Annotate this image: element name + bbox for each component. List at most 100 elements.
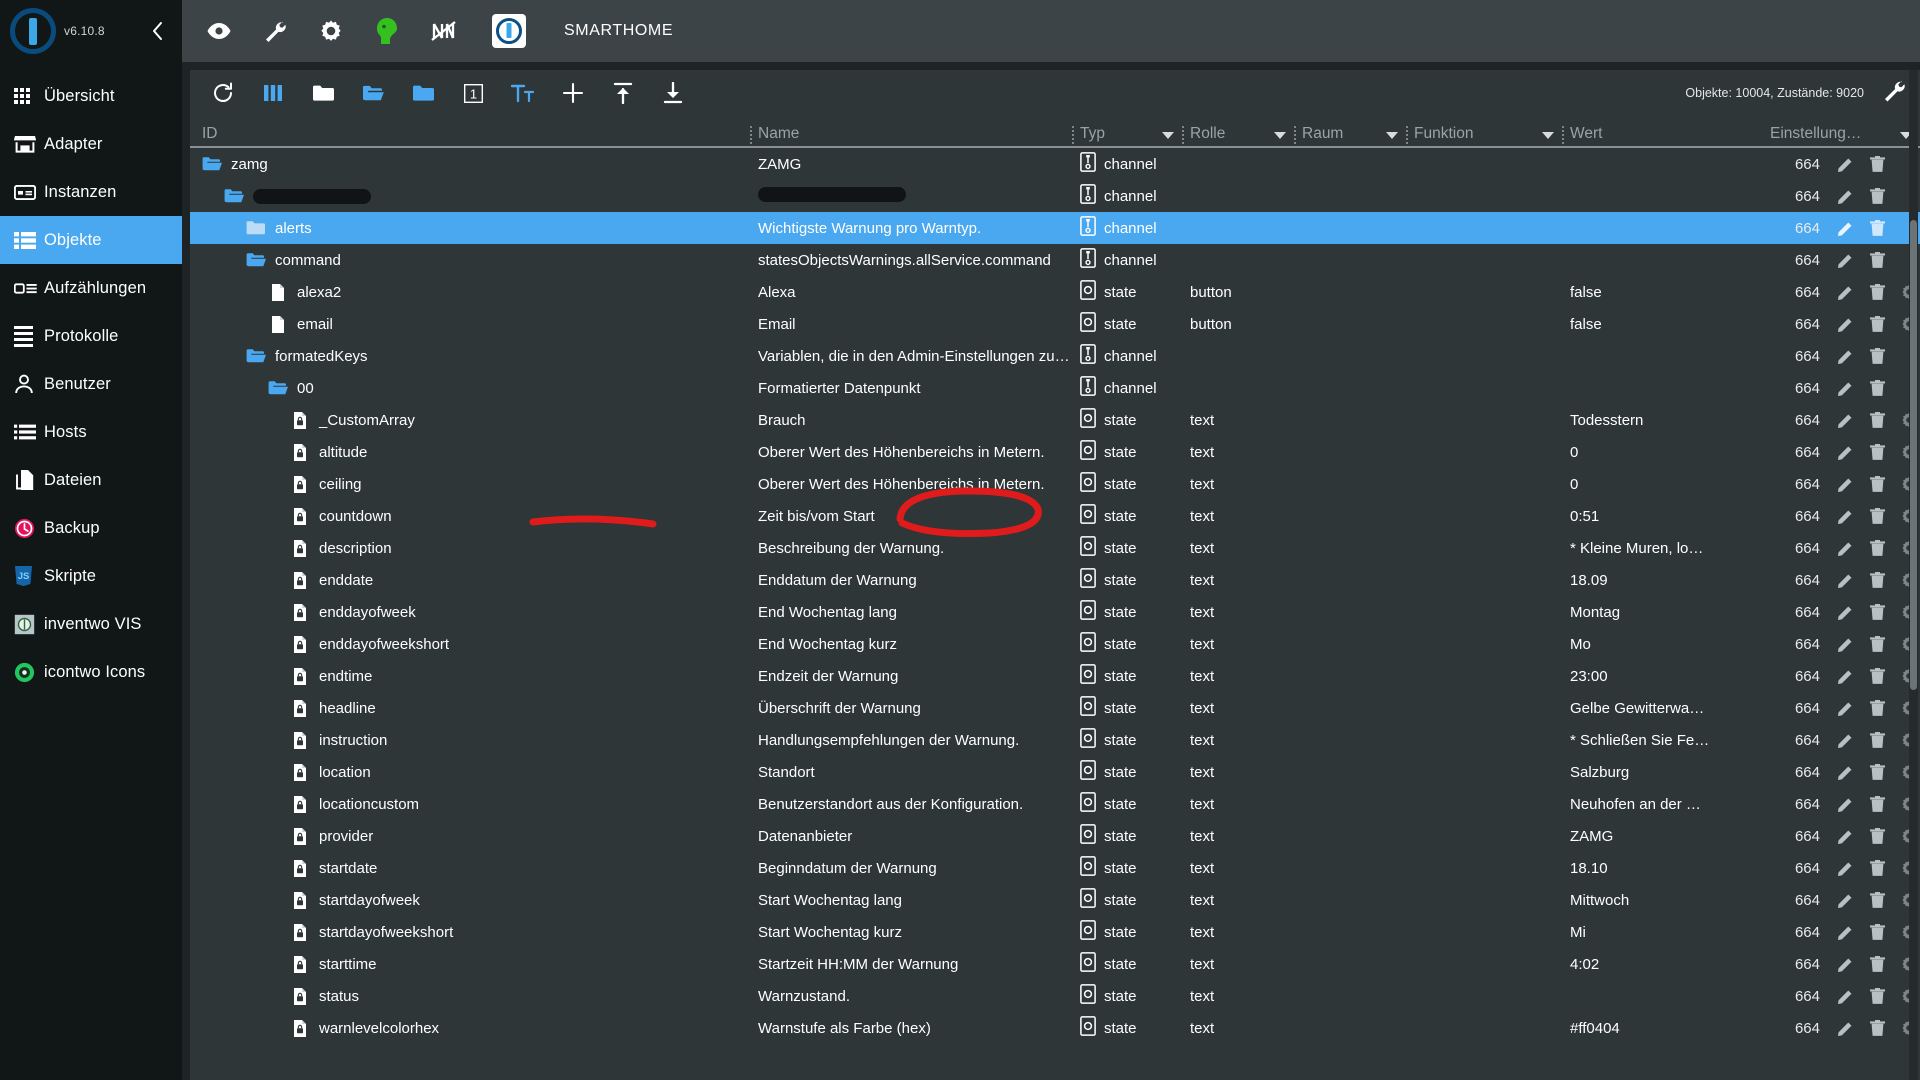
sidebar-item-dateien[interactable]: Dateien (0, 456, 182, 504)
delete-icon[interactable] (1868, 891, 1886, 909)
delete-icon[interactable] (1868, 987, 1886, 1005)
cell-wert[interactable]: 18.09 (1562, 572, 1762, 589)
cell-id[interactable]: startdayofweek (190, 891, 750, 910)
delete-icon[interactable] (1868, 219, 1886, 237)
table-row[interactable]: headline Überschrift der Warnung state text… (190, 692, 1920, 724)
cell-id[interactable]: enddayofweek (190, 603, 750, 622)
delete-icon[interactable] (1868, 603, 1886, 621)
delete-icon[interactable] (1868, 187, 1886, 205)
cell-id[interactable]: startdate (190, 859, 750, 878)
table-row[interactable]: enddayofweekshort End Wochentag kurz state… (190, 628, 1920, 660)
cell-wert[interactable]: 0 (1562, 444, 1762, 461)
delete-icon[interactable] (1868, 1019, 1886, 1037)
cell-id[interactable]: zamg (190, 156, 750, 173)
delete-icon[interactable] (1868, 539, 1886, 557)
delete-icon[interactable] (1868, 507, 1886, 525)
cell-wert[interactable]: false (1562, 316, 1762, 333)
cell-id[interactable]: countdown (190, 507, 750, 526)
delete-icon[interactable] (1868, 635, 1886, 653)
cell-wert[interactable]: 4:02 (1562, 956, 1762, 973)
cell-wert[interactable]: * Schließen Sie Fe… (1562, 732, 1762, 749)
sidebar-item-objekte[interactable]: Objekte (0, 216, 182, 264)
chevron-down-icon[interactable] (1386, 132, 1398, 139)
delete-icon[interactable] (1868, 923, 1886, 941)
cell-id[interactable]: formatedKeys (190, 348, 750, 365)
edit-icon[interactable] (1836, 443, 1854, 461)
table-row[interactable]: warnlevelcolorhex Warnstufe als Farbe (he… (190, 1012, 1920, 1044)
cell-wert[interactable]: Gelbe Gewitterwa… (1562, 700, 1762, 717)
edit-icon[interactable] (1836, 411, 1854, 429)
delete-icon[interactable] (1868, 411, 1886, 429)
edit-icon[interactable] (1836, 283, 1854, 301)
edit-icon[interactable] (1836, 635, 1854, 653)
cell-wert[interactable]: Montag (1562, 604, 1762, 621)
table-row[interactable]: startdayofweek Start Wochentag lang state t… (190, 884, 1920, 916)
table-row[interactable]: command statesObjectsWarnings.allService.… (190, 244, 1920, 276)
chevron-down-icon[interactable] (1274, 132, 1286, 139)
table-row[interactable]: formatedKeys Variablen, die in den Admin-… (190, 340, 1920, 372)
edit-icon[interactable] (1836, 795, 1854, 813)
wrench-icon[interactable] (260, 16, 290, 46)
delete-icon[interactable] (1868, 859, 1886, 877)
collapse-all-folder-icon[interactable] (310, 80, 336, 106)
edit-icon[interactable] (1836, 763, 1854, 781)
sidebar-item--bersicht[interactable]: Übersicht (0, 72, 182, 120)
sidebar-item-inventwo-vis[interactable]: inventwo VIS (0, 600, 182, 648)
cell-wert[interactable]: 23:00 (1562, 668, 1762, 685)
delete-icon[interactable] (1868, 315, 1886, 333)
table-row[interactable]: enddayofweek End Wochentag lang state text M… (190, 596, 1920, 628)
table-row[interactable]: alerts Wichtigste Warnung pro Warntyp. cha… (190, 212, 1920, 244)
cell-id[interactable]: _CustomArray (190, 411, 750, 430)
add-icon[interactable] (560, 80, 586, 106)
edit-icon[interactable] (1836, 923, 1854, 941)
table-row[interactable]: location Standort state text Salzburg 664 (190, 756, 1920, 788)
expand-folder-icon[interactable] (360, 80, 386, 106)
export-icon[interactable] (660, 80, 686, 106)
cell-id[interactable]: description (190, 539, 750, 558)
vertical-scrollbar[interactable] (1909, 70, 1918, 1080)
column-header-wert[interactable]: Wert (1562, 125, 1762, 146)
edit-icon[interactable] (1836, 251, 1854, 269)
edit-icon[interactable] (1836, 571, 1854, 589)
cell-id[interactable]: location (190, 763, 750, 782)
sidebar-item-adapter[interactable]: Adapter (0, 120, 182, 168)
table-row[interactable]: startdayofweekshort Start Wochentag kurz s… (190, 916, 1920, 948)
edit-icon[interactable] (1836, 827, 1854, 845)
eye-icon[interactable] (204, 16, 234, 46)
cell-id[interactable]: locationcustom (190, 795, 750, 814)
gear-icon[interactable] (316, 16, 346, 46)
column-header-typ[interactable]: Typ (1072, 125, 1182, 146)
cell-id[interactable]: headline (190, 699, 750, 718)
delete-icon[interactable] (1868, 251, 1886, 269)
table-row[interactable]: locationcustom Benutzerstandort aus der K… (190, 788, 1920, 820)
import-icon[interactable] (610, 80, 636, 106)
table-row[interactable]: zamg ZAMG channel 664 (190, 148, 1920, 180)
table-row[interactable]: startdate Beginndatum der Warnung state tex… (190, 852, 1920, 884)
table-row[interactable]: channel 664 (190, 180, 1920, 212)
delete-icon[interactable] (1868, 827, 1886, 845)
table-row[interactable]: provider Datenanbieter state text ZAMG 664 (190, 820, 1920, 852)
edit-icon[interactable] (1836, 379, 1854, 397)
column-header-funktion[interactable]: Funktion (1406, 125, 1562, 146)
cell-id[interactable]: enddayofweekshort (190, 635, 750, 654)
delete-icon[interactable] (1868, 731, 1886, 749)
delete-icon[interactable] (1868, 699, 1886, 717)
iobroker-app-icon[interactable] (492, 14, 526, 48)
delete-icon[interactable] (1868, 763, 1886, 781)
cell-id[interactable]: starttime (190, 955, 750, 974)
table-row[interactable]: altitude Oberer Wert des Höhenbereichs in… (190, 436, 1920, 468)
column-header-raum[interactable]: Raum (1294, 125, 1406, 146)
table-row[interactable]: description Beschreibung der Warnung. stat… (190, 532, 1920, 564)
cell-id[interactable]: provider (190, 827, 750, 846)
edit-icon[interactable] (1836, 731, 1854, 749)
chevron-left-icon[interactable] (146, 20, 168, 42)
sidebar-item-icontwo-icons[interactable]: icontwo Icons (0, 648, 182, 696)
cell-id[interactable]: email (190, 315, 750, 334)
delete-icon[interactable] (1868, 155, 1886, 173)
cell-wert[interactable]: * Kleine Muren, lo… (1562, 540, 1762, 557)
column-header-einstellung[interactable]: Einstellung… (1762, 125, 1920, 146)
cell-id[interactable]: altitude (190, 443, 750, 462)
delete-icon[interactable] (1868, 283, 1886, 301)
sidebar-item-aufz-hlungen[interactable]: Aufzählungen (0, 264, 182, 312)
edit-icon[interactable] (1836, 155, 1854, 173)
